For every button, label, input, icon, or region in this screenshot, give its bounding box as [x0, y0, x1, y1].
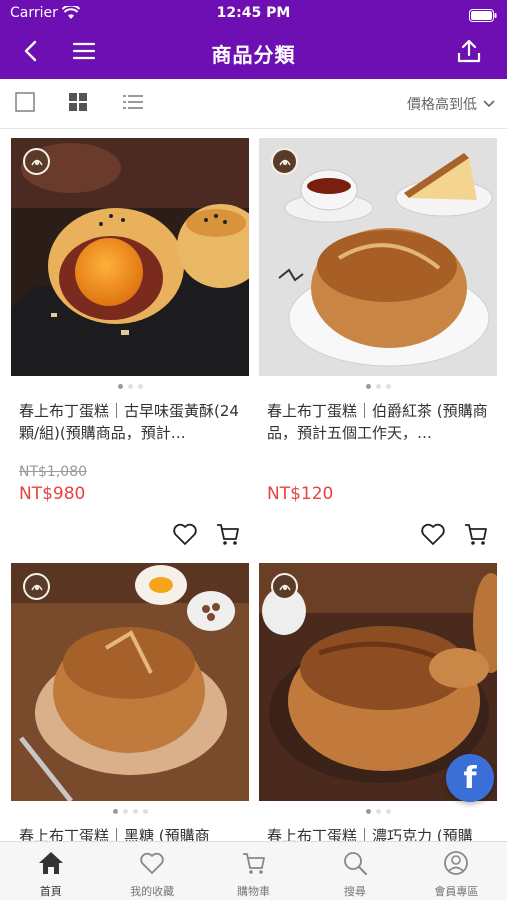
tab-label: 首頁 — [39, 885, 62, 898]
carousel-dot — [127, 384, 133, 389]
list-view-button[interactable] — [121, 92, 145, 116]
carousel-dot — [375, 809, 381, 814]
bottom-tab-bar: 首頁 我的收藏 購物車 搜尋 會員專區 — [0, 841, 507, 900]
sort-label: 價格高到低 — [407, 97, 477, 113]
tab-favorites[interactable]: 我的收藏 — [101, 842, 202, 900]
carousel-dot — [112, 809, 118, 814]
tab-member[interactable]: 會員專區 — [406, 842, 507, 900]
view-toolbar: 價格高到低 — [0, 79, 507, 129]
share-button[interactable] — [453, 37, 485, 69]
heart-icon — [419, 523, 447, 552]
carousel-dots — [259, 384, 497, 389]
carousel-dot — [137, 384, 143, 389]
facebook-icon: f — [463, 760, 477, 796]
original-price: NT$1,080 — [19, 464, 88, 480]
brand-logo-icon — [23, 573, 50, 600]
product-image[interactable] — [11, 138, 249, 376]
carousel-dot — [365, 809, 371, 814]
tab-label: 購物車 — [237, 885, 271, 898]
carousel-dots — [11, 384, 249, 389]
carousel-dot — [122, 809, 128, 814]
battery-icon — [469, 7, 497, 26]
carousel-dots — [11, 809, 249, 814]
grid-view-button[interactable] — [66, 92, 90, 116]
tab-cart[interactable]: 購物車 — [203, 842, 304, 900]
tab-label: 搜尋 — [343, 885, 366, 898]
sale-price: NT$980 — [19, 484, 86, 504]
product-image[interactable] — [259, 138, 497, 376]
tab-home[interactable]: 首頁 — [0, 842, 101, 900]
square-icon — [14, 91, 36, 117]
tab-label: 會員專區 — [434, 885, 479, 898]
favorite-button[interactable] — [171, 520, 199, 548]
product-grid: 春上布丁蛋糕｜古早味蛋黃酥(24顆/組)(預購商品，預計… NT$1,080 N… — [0, 129, 507, 841]
carousel-dot — [375, 384, 381, 389]
facebook-button[interactable]: f — [446, 754, 494, 802]
nav-bar: 商品分類 — [0, 27, 507, 79]
sort-dropdown[interactable]: 價格高到低 — [407, 94, 495, 114]
brand-logo-icon — [271, 148, 298, 175]
carousel-dot — [132, 809, 138, 814]
carousel-dot — [142, 809, 148, 814]
single-view-button[interactable] — [13, 92, 37, 116]
add-to-cart-button[interactable] — [214, 520, 242, 548]
product-card[interactable]: 春上布丁蛋糕｜古早味蛋黃酥(24顆/組)(預購商品，預計… NT$1,080 N… — [11, 138, 249, 548]
home-icon — [37, 850, 65, 880]
top-bar: Carrier 12:45 PM 商品分類 — [0, 0, 507, 79]
cart-icon — [214, 524, 242, 552]
product-card[interactable]: 春上布丁蛋糕｜伯爵紅茶 (預購商品，預計五個工作天，… NT$120 — [259, 138, 497, 548]
carousel-dot — [385, 809, 391, 814]
heart-icon — [138, 850, 166, 880]
brand-logo-icon — [23, 148, 50, 175]
tab-search[interactable]: 搜尋 — [304, 842, 405, 900]
product-image[interactable] — [11, 563, 249, 801]
carousel-dots — [259, 809, 497, 814]
search-icon — [341, 850, 369, 880]
status-bar: Carrier 12:45 PM — [0, 0, 507, 27]
product-name[interactable]: 春上布丁蛋糕｜伯爵紅茶 (預購商品，預計五個工作天，… — [267, 400, 493, 444]
user-icon — [442, 850, 470, 880]
product-name[interactable]: 春上布丁蛋糕｜古早味蛋黃酥(24顆/組)(預購商品，預計… — [19, 400, 245, 444]
sale-price: NT$120 — [267, 484, 334, 504]
grid-icon — [67, 91, 89, 117]
product-name[interactable]: 春上布丁蛋糕｜黑糖 (預購商 — [19, 825, 245, 841]
chevron-down-icon — [483, 96, 495, 112]
list-icon — [122, 91, 144, 117]
carousel-dot — [117, 384, 123, 389]
product-name[interactable]: 春上布丁蛋糕｜濃巧克力 (預購 — [267, 825, 493, 841]
page-title: 商品分類 — [211, 43, 296, 67]
product-card[interactable]: 春上布丁蛋糕｜黑糖 (預購商 — [11, 563, 249, 841]
heart-icon — [171, 523, 199, 552]
carousel-dot — [365, 384, 371, 389]
favorite-button[interactable] — [419, 520, 447, 548]
carousel-dot — [385, 384, 391, 389]
clock: 12:45 PM — [216, 5, 291, 21]
tab-label: 我的收藏 — [130, 885, 175, 898]
brand-logo-icon — [271, 573, 298, 600]
cart-icon — [240, 850, 268, 880]
share-icon — [456, 38, 482, 68]
cart-icon — [462, 524, 490, 552]
add-to-cart-button[interactable] — [462, 520, 490, 548]
